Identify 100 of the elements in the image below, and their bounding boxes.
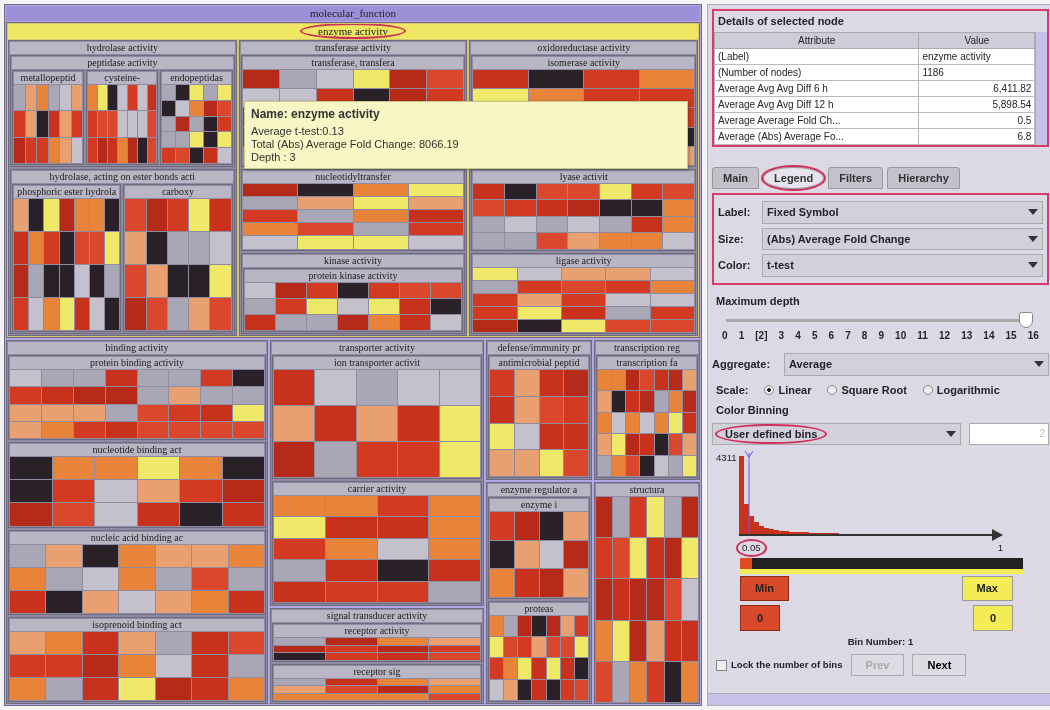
treemap-node[interactable]: carrier activity [272,480,482,604]
treemap-node[interactable]: enzyme i [488,497,590,599]
treemap-node[interactable]: transcription reg transcription fa [594,340,700,480]
treemap-node[interactable]: antimicrobial peptid [488,355,590,478]
section-title: Color Binning [715,403,790,418]
column-header[interactable]: Attribute [714,32,919,48]
tick-label: 15 [1005,329,1017,343]
field-label: Aggregate: [712,357,771,372]
treemap-node[interactable]: binding activity protein binding activity nucleotide binding act nucleic acid binding ac isoprenoid binding act [6,340,268,704]
treemap-node[interactable]: metallopeptid [12,70,85,165]
tooltip: Name: enzyme activity Average t-test:0.13 Total (Abs) Average Fold Change: 8066.19 Depth : 3 [244,101,688,169]
treemap-node[interactable]: proteas [488,600,590,702]
tab[interactable]: Hierarchy [887,166,960,189]
tick-label: 13 [961,329,973,343]
node-label: isomerase activity [473,57,694,69]
tick-label: 5 [811,329,818,343]
axis-label: 0.05 [738,541,765,556]
tick-label: 14 [983,329,995,343]
treemap-node[interactable]: peptidase activity metallopeptid cysteine- endopeptidas [10,55,235,167]
node-label: enzyme activity [8,24,698,39]
tick-label: 7 [845,329,851,343]
treemap-node[interactable]: ligase activity [471,252,696,334]
tick-label: 9 [878,329,884,343]
field-label: Size: [718,231,745,247]
nav-button[interactable]: Next [912,653,967,677]
node-label: nucleotidyltransfer [242,171,464,183]
caret-icon [1028,209,1038,216]
bin-marker[interactable] [744,450,754,534]
treemap-node[interactable]: isoprenoid binding act [8,616,266,702]
treemap-node[interactable]: nucleotidyltransfer [240,169,466,251]
node-label: transcription fa [598,357,696,369]
node-label: transporter activity [272,342,482,354]
caret-icon [1034,361,1044,368]
treemap-node[interactable]: receptor sig [272,663,482,702]
tab[interactable]: Main [712,166,760,189]
field-label: Label: [718,205,752,220]
node-label: hydrolase, acting on ester bonds acti [12,171,233,183]
treemap-node[interactable] [4,4,702,706]
node-label: lyase activit [473,171,694,183]
treemap-node[interactable]: hydrolase activity peptidase activity metallopeptid cysteine- endopeptidas hydrolase, acting on ester bonds acti phosphoric ester hydrola carboxy [8,40,237,336]
caret-icon [1028,262,1038,269]
radio-option[interactable]: Logarithmic [922,381,1000,398]
treemap-node[interactable]: cysteine- [86,70,159,165]
node-label: binding activity [8,342,266,354]
min-value: 0 [740,604,781,632]
treemap-node[interactable]: receptor activity [272,623,482,662]
treemap-node[interactable]: structura [594,482,700,704]
node-label: receptor activity [274,625,480,637]
treemap-node[interactable]: signal transducer activity receptor activity receptor sig [270,608,484,704]
treemap-node[interactable]: transcription fa [596,355,698,478]
max-value: 0 [972,604,1013,632]
min-button[interactable]: Min [740,576,789,601]
treemap-node[interactable]: hydrolase, acting on ester bonds acti phosphoric ester hydrola carboxy [10,169,235,334]
field-label: Color: [718,258,752,273]
treemap-node[interactable]: carboxy [123,184,233,332]
node-label: cysteine- [88,72,157,84]
dropdown[interactable]: t-test [762,254,1043,277]
dropdown[interactable]: Fixed Symbol [762,201,1043,224]
column-header[interactable]: Value [918,32,1035,48]
slider-thumb[interactable] [1019,312,1033,328]
lock-checkbox[interactable]: Lock the number of bins [716,657,843,673]
node-label: molecular_function [6,6,700,21]
treemap-node[interactable]: nucleic acid binding ac [8,529,266,615]
scrollbar[interactable] [708,693,1050,705]
treemap-node[interactable]: defense/immunity pr antimicrobial peptid [486,340,592,480]
node-label: carboxy [125,186,231,198]
node-label: transferase activity [240,42,466,54]
tick-label: 10 [895,329,907,343]
tab[interactable]: Legend [763,166,825,189]
treemap-node[interactable]: ion transporter activit [272,355,482,479]
node-label: peptidase activity [12,57,233,69]
treemap-node[interactable]: nucleotide binding act [8,442,266,528]
scrollbar[interactable] [1035,31,1047,145]
treemap-node[interactable]: kinase activity protein kinase activity [240,252,466,334]
tick-label: 1 [738,329,745,343]
node-label: proteas [490,602,588,615]
axis-label: 4311 [716,452,737,463]
treemap-node[interactable]: phosphoric ester hydrola [12,184,122,332]
node-label: protein binding activity [10,357,264,369]
treemap-node[interactable]: protein kinase activity [242,267,464,332]
bin-number: Bin Number: 1 [846,635,915,650]
node-label: metallopeptid [14,72,83,84]
dropdown[interactable]: User defined bins [712,422,961,445]
node-label: signal transducer activity [272,610,482,622]
dropdown[interactable]: Average [784,353,1049,376]
tab[interactable]: Filters [828,166,884,189]
node-label: receptor sig [274,665,480,678]
node-label: kinase activity [242,254,464,267]
tick-label: 0 [722,329,728,343]
treemap-node[interactable]: enzyme regulator a enzyme i proteas [486,482,592,704]
treemap-node[interactable]: endopeptidas [160,70,233,165]
treemap-node[interactable]: protein binding activity [8,355,266,441]
max-button[interactable]: Max [961,576,1013,601]
node-label: carrier activity [274,482,480,495]
node-label: transcription reg [596,342,698,354]
radio-option[interactable]: Linear [764,381,812,398]
node-label: enzyme regulator a [488,484,590,496]
treemap-node[interactable]: lyase activit [471,169,696,251]
radio-option[interactable]: Square Root [827,381,907,398]
dropdown[interactable]: (Abs) Average Fold Change [762,227,1043,250]
